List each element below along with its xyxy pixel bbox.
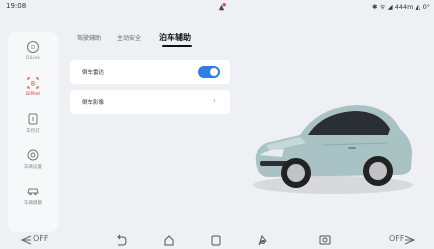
tab-active-indicator [162,45,192,47]
svg-text:D: D [31,45,35,51]
rear-camera-label: 倒车影像 [82,100,105,106]
status-indicators: ✱ ᯤ ◢ 444m ◭ 0° [372,3,430,11]
status-time: 19:08 [6,2,27,10]
sidebar: D DiLink B DiPilot 车控灯 车辆设置 车辆健康 [8,32,58,232]
sidebar-item-label: 车控灯 [26,129,40,134]
notification-icon [218,3,226,11]
tab-active-safety[interactable]: 主动安全 [117,33,141,42]
svg-text:B: B [31,81,35,88]
dipilot-icon: B [27,77,39,89]
sidebar-item-label: 车辆设置 [24,165,42,170]
tab-driving-assist[interactable]: 驾驶辅助 [77,33,101,42]
rear-radar-row: 倒车雷达 [70,60,230,84]
home-icon[interactable] [163,233,175,247]
sidebar-item-dipilot[interactable]: B DiPilot [8,76,58,112]
right-climate-off[interactable]: OFF [389,234,405,243]
steering-wheel-icon[interactable] [256,233,268,247]
tab-parking-assist[interactable]: 泊车辅助 [159,32,191,43]
status-bar: 19:08 ✱ ᯤ ◢ 444m ◭ 0° [0,0,434,18]
toggle-knob [210,68,218,76]
sidebar-item-vehicle-control[interactable]: 车控灯 [8,112,58,148]
rear-camera-row[interactable]: 倒车影像 › [70,90,230,114]
dilink-icon: D [27,41,39,53]
sidebar-item-label: 车辆健康 [24,201,42,206]
vehicle-control-icon [28,113,38,125]
left-climate-off[interactable]: OFF [33,234,49,243]
vehicle-health-icon [27,188,39,196]
car-image [253,105,413,194]
sidebar-item-label: DiLink [26,56,40,61]
chevron-right-icon: › [212,96,216,105]
bottom-nav-bar: OFF OFF [0,229,434,249]
left-climate-arrow-icon[interactable] [20,235,32,245]
vehicle-settings-icon [27,149,39,161]
camera-icon[interactable] [318,233,332,247]
sidebar-item-dilink[interactable]: D DiLink [8,40,58,76]
back-icon[interactable] [115,233,127,247]
recents-icon[interactable] [210,233,222,247]
rear-radar-toggle[interactable] [198,66,220,78]
right-climate-arrow-icon[interactable] [404,235,416,245]
sidebar-item-vehicle-health[interactable]: 车辆健康 [8,184,58,220]
rear-radar-label: 倒车雷达 [82,70,105,76]
sidebar-item-vehicle-settings[interactable]: 车辆设置 [8,148,58,184]
sidebar-item-label: DiPilot [25,92,41,97]
